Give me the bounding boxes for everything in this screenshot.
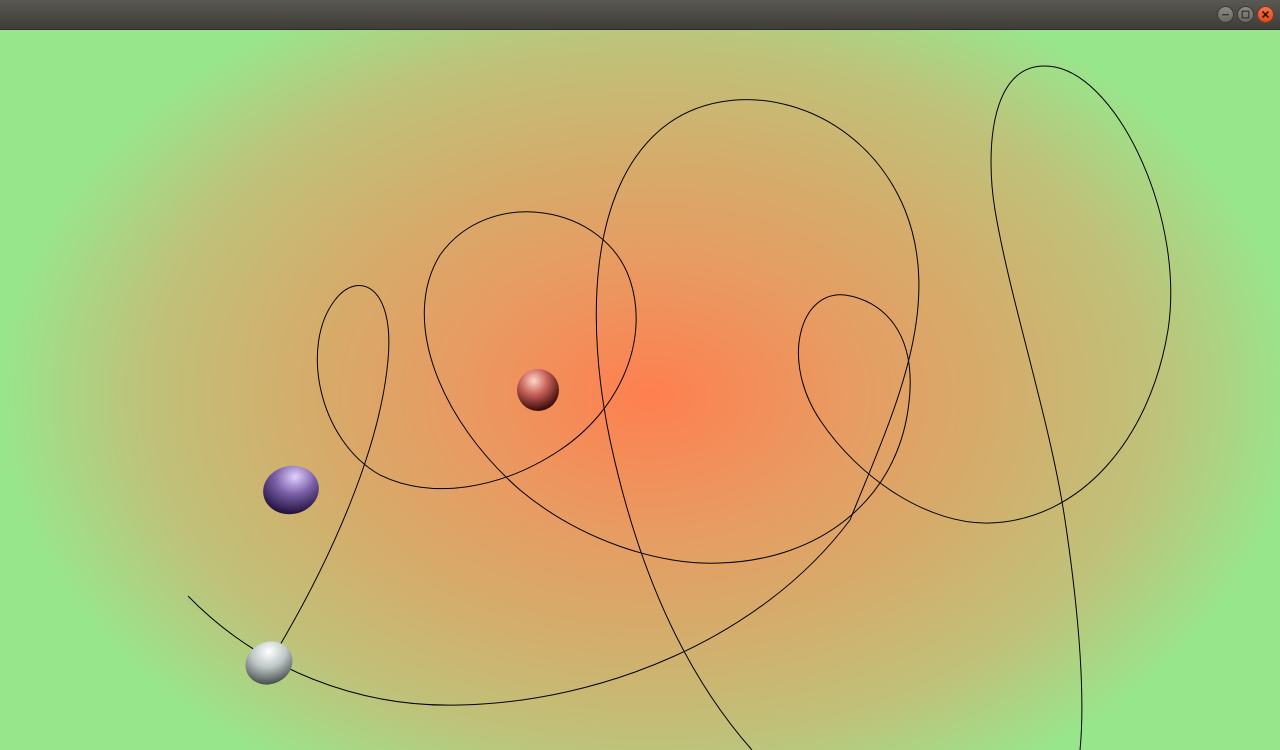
- trail-segment-left: [187, 519, 851, 706]
- orbit-trail: [187, 65, 1172, 750]
- minimize-button[interactable]: [1217, 6, 1234, 23]
- white-sphere: [245, 641, 293, 685]
- app-window: [0, 0, 1280, 750]
- maximize-icon: [1241, 10, 1250, 19]
- window-controls: [1217, 6, 1274, 24]
- close-icon: [1261, 10, 1270, 19]
- trail-segment-center: [595, 99, 920, 750]
- purple-sphere: [263, 465, 319, 515]
- close-button[interactable]: [1257, 6, 1274, 23]
- red-sphere: [517, 369, 559, 411]
- render-canvas[interactable]: [0, 30, 1280, 750]
- maximize-button[interactable]: [1237, 6, 1254, 23]
- minimize-icon: [1222, 14, 1229, 16]
- title-bar[interactable]: [0, 0, 1280, 30]
- scene-svg: [187, 65, 1172, 750]
- trail-segment-white: [279, 65, 1172, 750]
